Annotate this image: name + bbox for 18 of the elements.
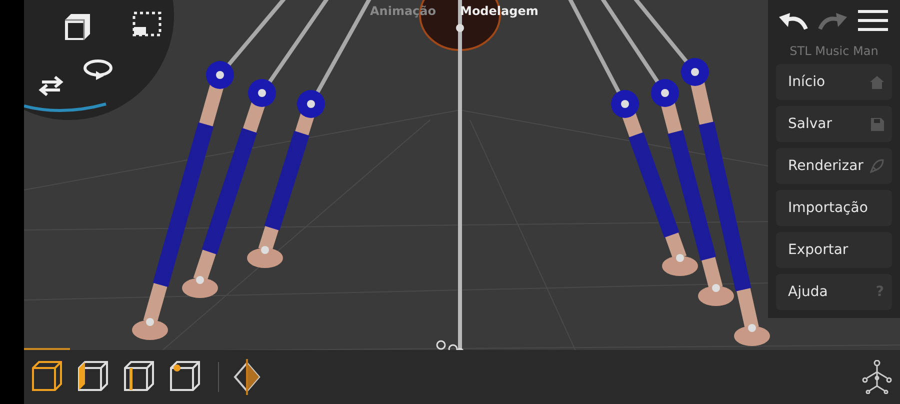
menu-item[interactable]: Salvar <box>776 106 892 142</box>
frame-icon[interactable] <box>132 11 162 37</box>
object-select-mode-icon[interactable] <box>24 348 70 394</box>
menu-item[interactable]: Início <box>776 64 892 100</box>
rotate-icon[interactable] <box>82 58 114 80</box>
menu-item[interactable]: Exportar <box>776 232 892 268</box>
menu-item[interactable]: Ajuda ? <box>776 274 892 310</box>
skeleton-icon[interactable] <box>860 360 894 394</box>
cube-icon[interactable] <box>62 12 92 42</box>
home-icon <box>870 76 884 88</box>
project-title: STL Music Man <box>788 44 880 58</box>
undo-icon[interactable] <box>778 11 810 31</box>
swap-arrows-icon[interactable] <box>38 75 64 97</box>
menu-item[interactable]: Renderizar <box>776 148 892 184</box>
question-mark-icon: ? <box>876 284 884 300</box>
keyframe-diamond-icon[interactable] <box>233 359 261 395</box>
menu-item[interactable]: Importação <box>776 190 892 226</box>
menu-icon[interactable] <box>858 10 888 32</box>
